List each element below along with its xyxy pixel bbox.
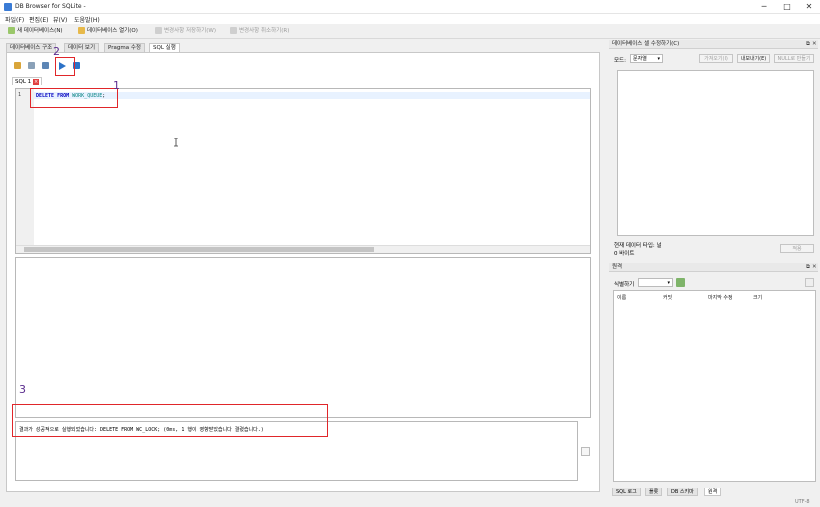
menu-edit[interactable]: 편집(E) — [29, 15, 49, 24]
sql-editor[interactable]: 1 DELETE FROM WORK_QUEUE; — [15, 88, 591, 254]
remote-dock: 원격 ⧉ ✕ 식별하기 ▾ 이름 커밋 마지막 수정 크기 SQL 로그 플롯 … — [609, 263, 818, 497]
tab-remote[interactable]: 원격 — [704, 488, 722, 496]
write-changes-button[interactable]: 변경사항 저장하기(W) — [155, 27, 216, 36]
close-tab-icon[interactable]: × — [33, 78, 40, 85]
new-database-button[interactable]: 새 데이터베이스(N) — [8, 27, 63, 36]
line-number: 1 — [18, 92, 22, 98]
title-bar: DB Browser for SQLite - ─ □ ✕ — [0, 0, 820, 14]
remote-settings-icon[interactable] — [805, 278, 814, 287]
tab-sql-1[interactable]: SQL 1 × — [12, 77, 43, 85]
column-name[interactable]: 이름 — [617, 294, 626, 301]
mode-select[interactable]: 문자열 ▾ — [630, 54, 663, 63]
app-icon — [4, 3, 12, 11]
remote-title: 원격 — [609, 263, 818, 272]
message-side-button[interactable] — [581, 447, 590, 456]
status-encoding: UTF-8 — [795, 499, 810, 505]
annotation-box-1 — [30, 88, 118, 108]
identity-select[interactable]: ▾ — [638, 278, 673, 287]
data-size-text: 0 바이트 — [614, 251, 635, 257]
identity-label: 식별하기 — [614, 282, 635, 288]
data-type-text: 현재 데이터 타입: 널 — [614, 243, 662, 249]
tab-database-structure[interactable]: 데이터베이스 구조 — [6, 43, 57, 52]
tab-db-schema[interactable]: DB 스키마 — [667, 488, 698, 496]
dock-float-icon[interactable]: ⧉ — [806, 41, 810, 48]
chevron-down-icon: ▾ — [667, 280, 670, 286]
revert-icon — [230, 27, 237, 34]
menu-help[interactable]: 도움말(H) — [74, 15, 100, 24]
annotation-label-2: 2 — [53, 45, 60, 58]
menu-file[interactable]: 파일(F) — [5, 15, 24, 24]
column-size[interactable]: 크기 — [753, 294, 762, 301]
annotation-box-3 — [12, 404, 328, 437]
edit-cell-title: 데이터베이스 셀 수정하기(C) — [609, 40, 818, 49]
save-sql-file-icon[interactable] — [42, 62, 49, 69]
column-commit[interactable]: 커밋 — [663, 294, 672, 301]
tab-sql-log[interactable]: SQL 로그 — [612, 488, 641, 496]
query-results-grid[interactable] — [15, 257, 591, 418]
add-identity-icon[interactable] — [676, 278, 685, 287]
chevron-down-icon: ▾ — [657, 56, 660, 62]
line-number-gutter — [16, 89, 34, 245]
annotation-box-2 — [55, 57, 75, 76]
main-toolbar: 새 데이터베이스(N) 데이터베이스 열기(O) 변경사항 저장하기(W) 변경… — [0, 24, 820, 39]
close-button[interactable]: ✕ — [798, 1, 820, 12]
save-icon — [155, 27, 162, 34]
scrollbar-thumb[interactable] — [24, 247, 374, 252]
revert-changes-button[interactable]: 변경사항 취소하기(R) — [230, 27, 289, 36]
tab-execute-sql[interactable]: SQL 실행 — [149, 43, 180, 52]
annotation-label-1: 1 — [113, 79, 120, 92]
menu-bar: 파일(F) 편집(E) 뷰(V) 도움말(H) — [0, 14, 820, 24]
remote-file-list[interactable]: 이름 커밋 마지막 수정 크기 — [613, 290, 816, 482]
editor-horizontal-scrollbar[interactable] — [16, 245, 590, 253]
window-title: DB Browser for SQLite - — [15, 3, 86, 10]
minimize-button[interactable]: ─ — [753, 1, 775, 12]
edit-cell-dock: 데이터베이스 셀 수정하기(C) ⧉ ✕ 모드: 문자열 ▾ 가져오기(I) 내보… — [609, 40, 818, 262]
tab-plot[interactable]: 플롯 — [645, 488, 663, 496]
apply-button[interactable]: 적용 — [780, 244, 814, 253]
column-last-modified[interactable]: 마지막 수정 — [708, 294, 733, 301]
remote-close-icon[interactable]: ✕ — [812, 264, 817, 270]
tab-edit-pragmas[interactable]: Pragma 수정 — [104, 43, 145, 52]
maximize-button[interactable]: □ — [776, 1, 798, 12]
cell-value-editor[interactable] — [617, 70, 814, 236]
annotation-label-3: 3 — [19, 383, 26, 396]
menu-view[interactable]: 뷰(V) — [53, 15, 67, 24]
export-button[interactable]: 내보내기(E) — [737, 54, 770, 63]
set-null-button[interactable]: NULL로 만들기 — [774, 54, 814, 63]
dock-close-icon[interactable]: ✕ — [812, 41, 817, 47]
open-tab-icon[interactable] — [14, 62, 21, 69]
text-cursor-icon — [174, 138, 178, 147]
remote-float-icon[interactable]: ⧉ — [806, 264, 810, 271]
new-db-icon — [8, 27, 15, 34]
open-sql-file-icon[interactable] — [28, 62, 35, 69]
tab-browse-data[interactable]: 데이터 보기 — [64, 43, 100, 52]
mode-label: 모드: — [614, 58, 626, 64]
open-database-button[interactable]: 데이터베이스 열기(O) — [78, 27, 138, 36]
import-button[interactable]: 가져오기(I) — [699, 54, 733, 63]
open-db-icon — [78, 27, 85, 34]
